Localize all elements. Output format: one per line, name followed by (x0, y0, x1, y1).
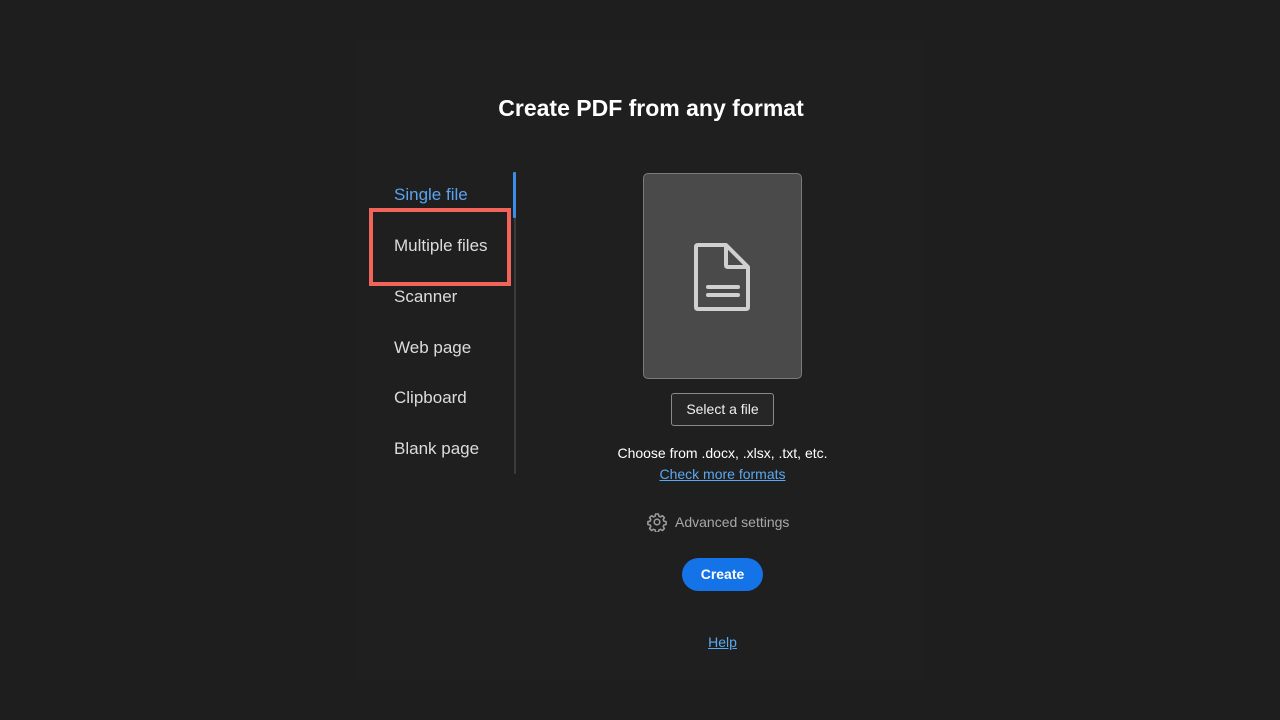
nav-item-web-page[interactable]: Web page (394, 338, 471, 358)
check-more-formats-link[interactable]: Check more formats (659, 466, 785, 482)
supported-formats-text: Choose from .docx, .xlsx, .txt, etc. (617, 445, 828, 461)
select-file-button[interactable]: Select a file (671, 393, 774, 426)
create-pdf-page: Create PDF from any format Single file M… (0, 0, 1280, 720)
create-pdf-panel (356, 40, 924, 680)
gear-icon (647, 513, 667, 532)
create-button[interactable]: Create (682, 558, 763, 591)
document-icon (694, 243, 750, 311)
nav-item-multiple-files[interactable]: Multiple files (394, 236, 488, 256)
nav-item-scanner[interactable]: Scanner (394, 287, 457, 307)
advanced-settings-label: Advanced settings (675, 514, 790, 530)
nav-active-indicator (513, 172, 516, 218)
nav-item-blank-page[interactable]: Blank page (394, 439, 479, 459)
nav-item-single-file[interactable]: Single file (394, 185, 468, 205)
nav-item-clipboard[interactable]: Clipboard (394, 388, 467, 408)
advanced-settings-button[interactable]: Advanced settings (647, 512, 789, 532)
page-title: Create PDF from any format (498, 95, 804, 121)
help-link[interactable]: Help (708, 634, 737, 650)
